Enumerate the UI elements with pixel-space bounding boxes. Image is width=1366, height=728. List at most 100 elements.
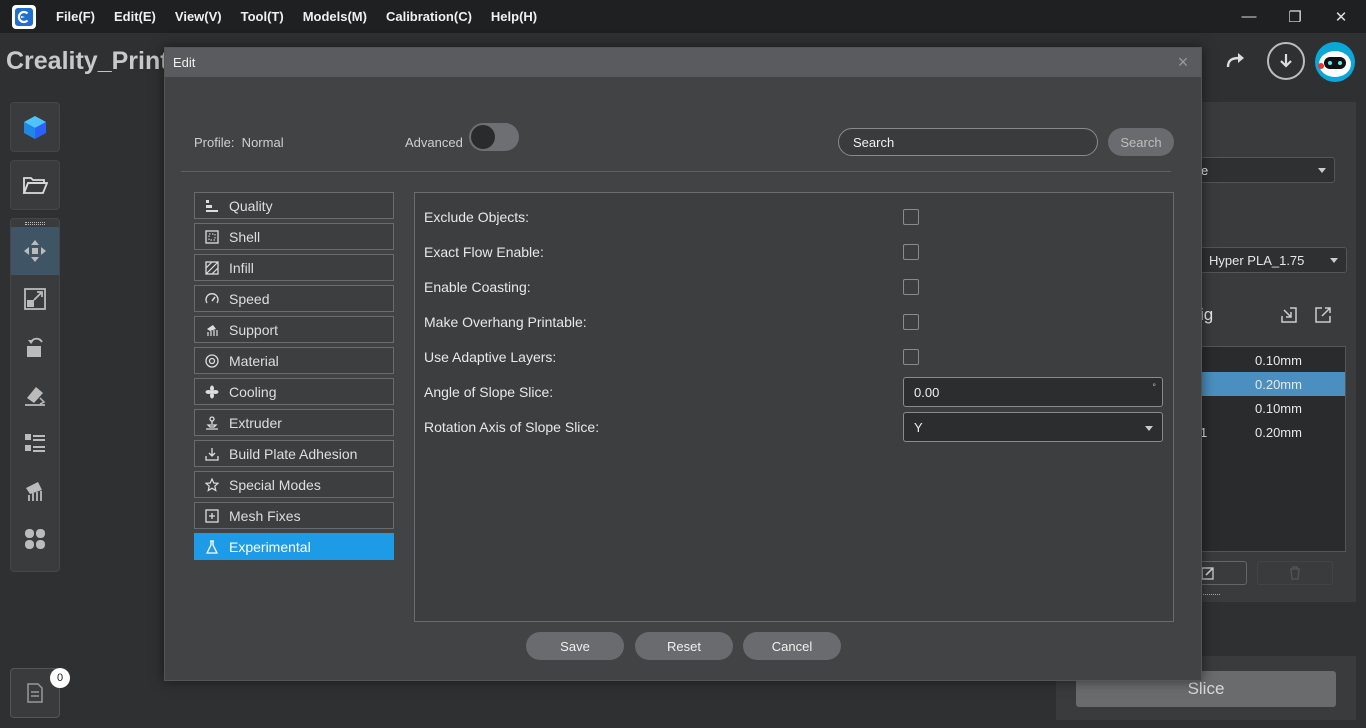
category-speed[interactable]: Speed (194, 285, 394, 312)
setting-enable-coasting: Enable Coasting: (424, 275, 1164, 299)
category-experimental[interactable]: Experimental (194, 533, 394, 560)
trash-icon (1290, 566, 1300, 580)
dialog-titlebar[interactable]: Edit × (165, 48, 1201, 77)
advanced-label: Advanced (405, 135, 463, 150)
menu-file[interactable]: File(F) (56, 9, 95, 24)
chevron-down-icon (1318, 168, 1326, 173)
chevron-down-icon (1330, 258, 1338, 263)
category-cooling[interactable]: Cooling (194, 378, 394, 405)
support-icon (205, 323, 219, 337)
menu-tool[interactable]: Tool(T) (241, 9, 284, 24)
speed-icon (205, 292, 219, 306)
mesh-fix-icon (205, 508, 219, 523)
list-item[interactable]: 0.10mm (1200, 348, 1345, 372)
material-select-value: Hyper PLA_1.75 (1209, 252, 1305, 268)
open-folder-icon[interactable] (11, 161, 59, 209)
profile-list: 0.10mm 0.20mm 0.10mm 1 0.20mm (1200, 346, 1346, 552)
category-special-modes[interactable]: Special Modes (194, 471, 394, 498)
adhesion-icon (205, 447, 219, 461)
menu-edit[interactable]: Edit(E) (114, 9, 156, 24)
divider (181, 171, 1171, 172)
move-icon[interactable] (11, 227, 59, 275)
slope-axis-select[interactable]: Y (903, 412, 1163, 442)
list-icon[interactable] (11, 419, 59, 467)
menu-help[interactable]: Help(H) (491, 9, 537, 24)
tool-group-open (10, 160, 60, 210)
category-support[interactable]: Support (194, 316, 394, 343)
infill-icon (205, 260, 219, 275)
avatar[interactable] (1315, 42, 1355, 82)
setting-adaptive-layers: Use Adaptive Layers: (424, 345, 1164, 369)
close-icon[interactable]: ✕ (1318, 0, 1364, 33)
save-button[interactable]: Save (526, 632, 624, 660)
drag-handle[interactable] (11, 219, 59, 227)
list-item[interactable]: 1 0.20mm (1200, 420, 1345, 444)
flask-icon (205, 539, 219, 554)
rotate-icon[interactable] (11, 323, 59, 371)
advanced-toggle[interactable] (469, 123, 519, 151)
menu-view[interactable]: View(V) (175, 9, 222, 24)
drag-handle[interactable] (1200, 594, 1220, 597)
toggle-knob (471, 125, 495, 149)
tool-group-add (10, 102, 60, 152)
category-shell[interactable]: Shell (194, 223, 394, 250)
profile-label: Profile: Normal (194, 135, 284, 150)
search-input[interactable] (838, 128, 1098, 156)
exact-flow-checkbox[interactable] (903, 244, 919, 260)
category-infill[interactable]: Infill (194, 254, 394, 281)
chevron-down-icon (1145, 426, 1153, 431)
tool-group-edit (10, 218, 60, 572)
add-model-icon[interactable] (11, 103, 59, 151)
overhang-printable-checkbox[interactable] (903, 314, 919, 330)
material-icon (205, 353, 219, 368)
reset-button[interactable]: Reset (635, 632, 733, 660)
slope-angle-input[interactable]: 0.00 ° (903, 377, 1163, 407)
document-icon (27, 683, 43, 703)
project-title: Creality_Print (6, 47, 169, 75)
menu-models[interactable]: Models(M) (303, 9, 367, 24)
star-icon (205, 477, 219, 492)
redo-icon[interactable] (1222, 47, 1250, 75)
fan-icon (205, 385, 219, 399)
setting-exclude-objects: Exclude Objects: (424, 205, 1164, 229)
list-item[interactable]: 0.10mm (1200, 396, 1345, 420)
printer-select-value: e (1201, 162, 1209, 178)
category-mesh-fixes[interactable]: Mesh Fixes (194, 502, 394, 529)
search-button[interactable]: Search (1108, 128, 1174, 156)
import-icon[interactable] (1280, 306, 1298, 324)
apps-icon[interactable] (11, 515, 59, 563)
support-tool-icon[interactable] (11, 467, 59, 515)
enable-coasting-checkbox[interactable] (903, 279, 919, 295)
scale-icon[interactable] (11, 275, 59, 323)
extruder-icon (205, 415, 219, 430)
list-item[interactable]: 0.20mm (1200, 372, 1345, 396)
setting-overhang-printable: Make Overhang Printable: (424, 310, 1164, 334)
setting-slope-angle: Angle of Slope Slice: 0.00 ° (424, 377, 1164, 407)
export-icon[interactable] (1314, 306, 1332, 324)
close-icon[interactable]: × (1173, 52, 1193, 73)
category-extruder[interactable]: Extruder (194, 409, 394, 436)
category-quality[interactable]: Quality (194, 192, 394, 219)
app-logo-icon[interactable] (12, 4, 36, 29)
category-list: Quality Shell Infill Speed Support Mater… (194, 192, 394, 564)
degree-unit: ° (1152, 382, 1156, 392)
setting-exact-flow: Exact Flow Enable: (424, 240, 1164, 264)
menu-bar: File(F) Edit(E) View(V) Tool(T) Models(M… (0, 0, 1366, 33)
restore-icon[interactable]: ❐ (1272, 0, 1318, 33)
setting-slope-axis: Rotation Axis of Slope Slice: Y (424, 412, 1164, 442)
cancel-button[interactable]: Cancel (743, 632, 841, 660)
lay-flat-icon[interactable] (11, 371, 59, 419)
exclude-objects-checkbox[interactable] (903, 209, 919, 225)
edit-icon (1201, 567, 1214, 580)
category-material[interactable]: Material (194, 347, 394, 374)
category-build-plate-adhesion[interactable]: Build Plate Adhesion (194, 440, 394, 467)
settings-panel: Exclude Objects: Exact Flow Enable: Enab… (414, 192, 1174, 622)
adaptive-layers-checkbox[interactable] (903, 349, 919, 365)
delete-profile-button[interactable] (1257, 561, 1333, 585)
log-count-badge: 0 (50, 668, 70, 688)
dialog-title: Edit (173, 55, 196, 70)
shell-icon (205, 229, 219, 244)
download-icon[interactable] (1267, 42, 1305, 80)
minimize-icon[interactable]: — (1226, 0, 1272, 33)
menu-calibration[interactable]: Calibration(C) (386, 9, 472, 24)
